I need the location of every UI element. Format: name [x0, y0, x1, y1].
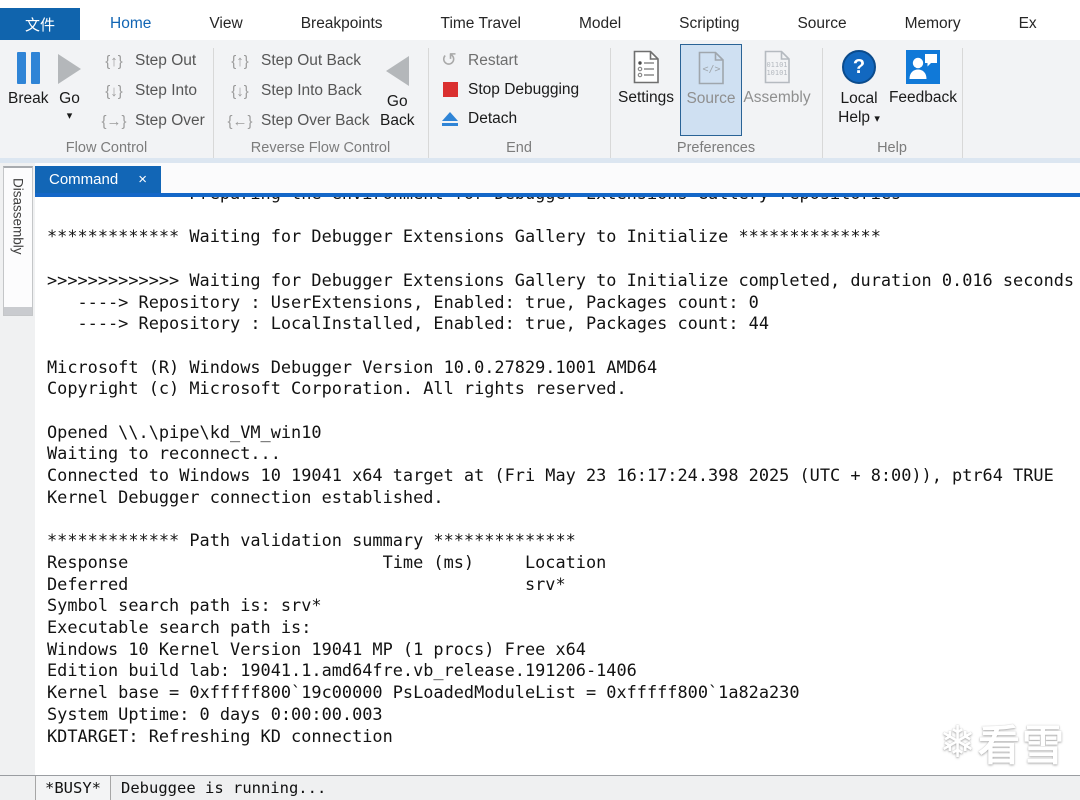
stop-debugging-button[interactable]: Stop Debugging — [441, 75, 579, 104]
step-out-back-label: Step Out Back — [261, 52, 361, 70]
command-tab[interactable]: Command × — [35, 166, 161, 193]
group-label-reverse-flow-control: Reverse Flow Control — [213, 140, 428, 156]
close-icon[interactable]: × — [138, 172, 147, 187]
feedback-icon — [906, 50, 940, 84]
group-label-preferences: Preferences — [610, 140, 822, 156]
disassembly-vertical-tab[interactable]: Disassembly — [3, 166, 33, 316]
source-mode-button[interactable]: </> Source — [680, 44, 742, 136]
tab-source[interactable]: Source — [768, 15, 875, 33]
chevron-down-icon: ▾ — [67, 111, 73, 121]
tab-view[interactable]: View — [180, 15, 271, 33]
local-help-button[interactable]: ? LocalHelp ▾ — [830, 44, 888, 127]
step-over-icon: {→} — [100, 113, 128, 130]
ribbon-divider — [962, 48, 963, 160]
restart-button[interactable]: ↺ Restart — [441, 46, 579, 75]
step-out-back-button[interactable]: {↑} Step Out Back — [226, 46, 370, 76]
restart-icon: ↺ — [441, 52, 459, 70]
status-bar: *BUSY* Debuggee is running... — [0, 775, 1080, 800]
step-into-back-icon: {↓} — [226, 83, 254, 100]
settings-icon — [633, 50, 660, 84]
ribbon-toolbar: Break Go ▾ {↑} Step Out {↓} Step Into {→… — [0, 40, 1080, 158]
command-tab-label: Command — [49, 171, 118, 188]
tab-home[interactable]: Home — [81, 15, 180, 33]
step-over-back-label: Step Over Back — [261, 112, 370, 130]
console-output-text: ************* Preparing the environment … — [47, 197, 1080, 747]
step-out-icon: {↑} — [100, 53, 128, 70]
pause-icon — [17, 52, 40, 84]
group-label-end: End — [428, 140, 610, 156]
go-back-label: GoBack — [380, 92, 414, 130]
question-mark-icon: ? — [842, 50, 876, 84]
go-back-button[interactable]: GoBack — [380, 56, 414, 130]
break-label: Break — [8, 90, 49, 108]
break-button[interactable]: Break — [8, 52, 49, 108]
step-out-button[interactable]: {↑} Step Out — [100, 46, 205, 76]
status-bar-spacer — [0, 776, 35, 800]
svg-text:</>: </> — [702, 64, 720, 75]
detach-button[interactable]: Detach — [441, 104, 579, 133]
group-label-help: Help — [822, 140, 962, 156]
feedback-button[interactable]: Feedback — [890, 44, 956, 107]
detach-label: Detach — [468, 110, 517, 128]
play-back-icon — [386, 56, 409, 86]
local-help-label: LocalHelp ▾ — [838, 89, 880, 127]
tab-scripting[interactable]: Scripting — [650, 15, 768, 33]
stop-debugging-label: Stop Debugging — [468, 81, 579, 99]
settings-label: Settings — [618, 89, 674, 107]
stop-icon — [441, 82, 459, 97]
step-into-label: Step Into — [135, 82, 197, 100]
file-menu-button[interactable]: 文件 — [0, 8, 80, 40]
document-tab-row — [35, 163, 1080, 193]
step-over-label: Step Over — [135, 112, 205, 130]
reverse-step-button-stack: {↑} Step Out Back {↓} Step Into Back {←}… — [226, 46, 370, 136]
tab-breakpoints[interactable]: Breakpoints — [272, 15, 412, 33]
step-into-icon: {↓} — [100, 83, 128, 100]
tab-memory[interactable]: Memory — [876, 15, 990, 33]
status-message: Debuggee is running... — [111, 776, 336, 800]
group-label-flow-control: Flow Control — [0, 140, 213, 156]
tab-model[interactable]: Model — [550, 15, 650, 33]
detach-icon — [441, 112, 459, 126]
step-over-button[interactable]: {→} Step Over — [100, 106, 205, 136]
step-out-label: Step Out — [135, 52, 196, 70]
end-button-stack: ↺ Restart Stop Debugging Detach — [441, 46, 579, 133]
go-button[interactable]: Go ▾ — [58, 54, 81, 121]
step-over-back-button[interactable]: {←} Step Over Back — [226, 106, 370, 136]
step-into-button[interactable]: {↓} Step Into — [100, 76, 205, 106]
assembly-mode-label: Assembly — [743, 89, 810, 107]
step-button-stack: {↑} Step Out {↓} Step Into {→} Step Over — [100, 46, 205, 136]
assembly-mode-button[interactable]: 01101 10101 Assembly — [745, 44, 809, 107]
svg-text:10101: 10101 — [766, 69, 787, 77]
step-out-back-icon: {↑} — [226, 53, 254, 70]
svg-text:01101: 01101 — [766, 61, 787, 69]
tab-time-travel[interactable]: Time Travel — [412, 15, 550, 33]
source-code-icon: </> — [698, 51, 725, 85]
restart-label: Restart — [468, 52, 518, 70]
menu-tab-strip: Home View Breakpoints Time Travel Model … — [81, 8, 1066, 40]
step-over-back-icon: {←} — [226, 113, 254, 130]
assembly-icon: 01101 10101 — [764, 50, 791, 84]
play-icon — [58, 54, 81, 84]
menu-bar: 文件 Home View Breakpoints Time Travel Mod… — [0, 0, 1080, 40]
busy-status-badge: *BUSY* — [35, 776, 111, 800]
settings-button[interactable]: Settings — [614, 44, 678, 107]
step-into-back-button[interactable]: {↓} Step Into Back — [226, 76, 370, 106]
chevron-down-icon: ▾ — [874, 113, 880, 125]
tab-extensions[interactable]: Ex — [990, 15, 1066, 33]
feedback-label: Feedback — [889, 89, 957, 107]
source-mode-label: Source — [686, 90, 735, 108]
step-into-back-label: Step Into Back — [261, 82, 362, 100]
command-output-panel[interactable]: ************* Preparing the environment … — [35, 197, 1080, 775]
go-label: Go — [59, 90, 80, 108]
